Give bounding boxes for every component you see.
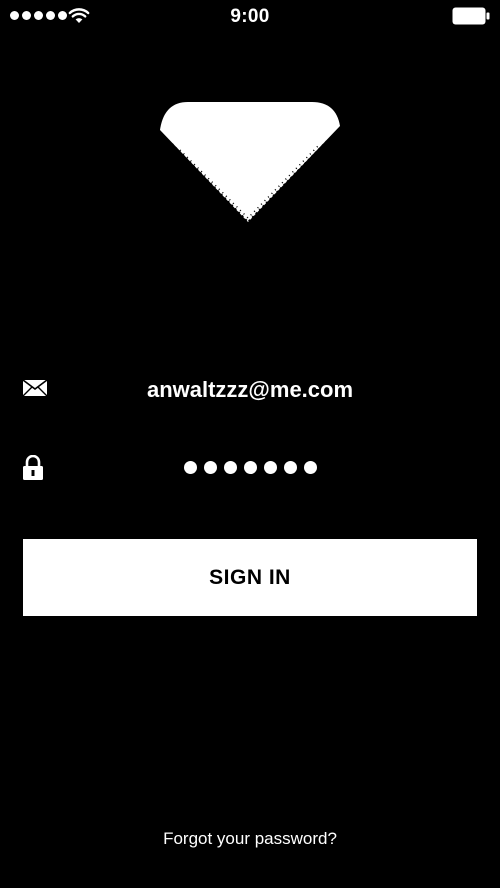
diamond-logo-icon xyxy=(160,102,340,224)
password-dot xyxy=(283,460,297,474)
password-dot xyxy=(243,460,257,474)
email-input[interactable] xyxy=(60,368,440,412)
password-input[interactable] xyxy=(60,445,440,489)
forgot-password-link[interactable]: Forgot your password? xyxy=(0,829,500,849)
password-dot xyxy=(263,460,277,474)
password-dot xyxy=(203,460,217,474)
battery-icon xyxy=(452,7,490,25)
password-dot xyxy=(223,460,237,474)
lock-icon xyxy=(23,455,43,480)
sign-in-button[interactable]: SIGN IN xyxy=(23,539,477,616)
password-dot xyxy=(183,460,197,474)
password-dot xyxy=(303,460,317,474)
email-row xyxy=(0,368,500,412)
mail-icon xyxy=(22,379,48,397)
status-time: 9:00 xyxy=(230,6,270,27)
password-row xyxy=(0,445,500,489)
status-bar: 9:00 xyxy=(0,0,500,34)
